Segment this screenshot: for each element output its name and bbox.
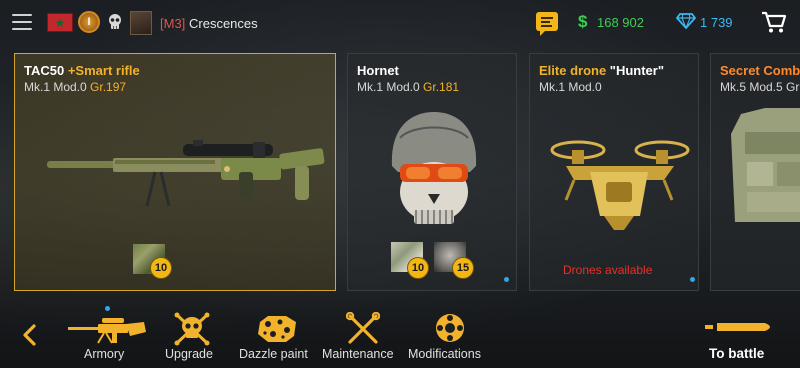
shopping-cart-icon[interactable] (761, 10, 787, 34)
nav-label-maintenance: Maintenance (322, 347, 394, 361)
card-subtitle: Mk.1 Mod.0 Gr.197 (24, 80, 127, 94)
nav-label-dazzle-paint: Dazzle paint (239, 347, 308, 361)
count-badge: 10 (407, 257, 429, 279)
nav-label-modifications: Modifications (408, 347, 481, 361)
top-bar: ★ I [M3] Crescences $ 168 902 1 739 (0, 0, 800, 46)
drone-image (550, 140, 690, 230)
money-balance[interactable]: 168 902 (597, 15, 644, 30)
card-title: Hornet (357, 63, 399, 78)
notification-dot (504, 277, 509, 282)
rank-badge-icon[interactable]: I (78, 11, 100, 33)
hamburger-menu-icon[interactable] (12, 14, 32, 30)
sniper-rifle-image (47, 140, 325, 207)
notification-dot (690, 277, 695, 282)
chat-icon[interactable] (536, 12, 558, 36)
card-subtitle: Mk.1 Mod.0 Gr.181 (357, 80, 460, 94)
wrench-cross-icon (346, 312, 380, 344)
clan-skull-icon (109, 14, 121, 29)
bullet-icon (705, 323, 770, 331)
player-clan-tag: [M3] (160, 16, 186, 31)
rifle-icon (68, 318, 146, 344)
count-badge: 10 (150, 257, 172, 279)
skull-helmet-image (391, 112, 477, 224)
nav-label-upgrade: Upgrade (165, 347, 213, 361)
drones-available-note: Drones available (563, 263, 653, 277)
player-name[interactable]: Crescences (189, 16, 258, 31)
camo-icon (258, 316, 296, 342)
card-title: Elite drone "Hunter" (539, 63, 665, 78)
country-flag-icon: ★ (47, 13, 73, 32)
diamond-icon (676, 13, 696, 29)
item-card-hornet[interactable]: Hornet Mk.1 Mod.0 Gr.181 10 15 (347, 53, 517, 291)
gear-drum-icon (436, 314, 464, 342)
skull-crossbones-icon (174, 312, 210, 346)
player-avatar[interactable] (130, 11, 152, 35)
nav-dazzle-paint[interactable] (256, 310, 298, 346)
gems-balance[interactable]: 1 739 (700, 15, 733, 30)
card-title: Secret Combat (720, 63, 800, 78)
item-card-secret-combat[interactable]: Secret Combat Mk.5 Mod.5 Gr (710, 53, 800, 291)
nav-maintenance[interactable] (346, 310, 380, 346)
armor-vest-image (731, 108, 800, 222)
item-card-elite-drone[interactable]: Elite drone "Hunter" Mk.1 Mod.0 Drones a… (529, 53, 699, 291)
card-title: TAC50 +Smart rifle (24, 63, 140, 78)
nav-label-armory: Armory (84, 347, 125, 361)
back-arrow-icon[interactable] (19, 322, 41, 348)
card-subtitle: Mk.5 Mod.5 Gr (720, 80, 800, 94)
nav-upgrade[interactable] (174, 310, 210, 346)
card-subtitle: Mk.1 Mod.0 (539, 80, 602, 94)
nav-modifications[interactable] (434, 310, 466, 346)
count-badge: 15 (452, 257, 474, 279)
dollar-icon: $ (578, 12, 588, 31)
rank-letter: I (87, 16, 91, 28)
to-battle-label: To battle (709, 346, 765, 361)
item-card-tac50[interactable]: TAC50 +Smart rifle Mk.1 Mod.0 Gr.197 10 (14, 53, 336, 291)
